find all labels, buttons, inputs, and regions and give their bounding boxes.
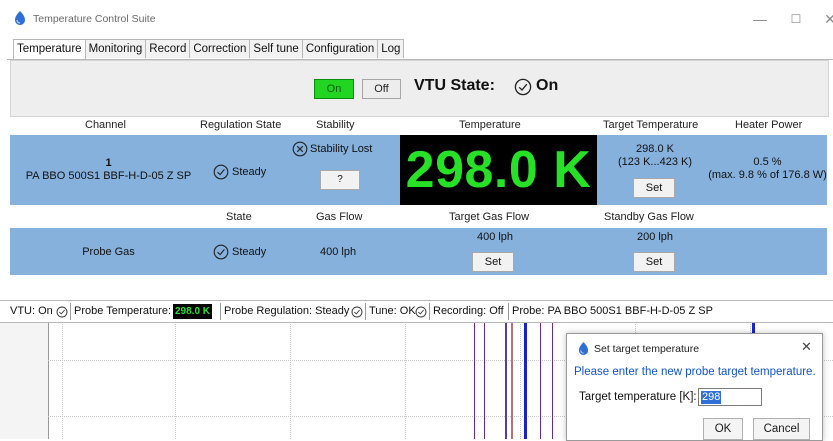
status-tune: Tune: OK: [369, 305, 416, 317]
standby-gas-flow-value: 200 lph: [636, 231, 674, 243]
chart-trace: [540, 322, 541, 439]
probe-gas-row[interactable]: Probe Gas Steady 400 lph 400 lph Set 200…: [10, 228, 827, 275]
stability-value: Stability Lost: [310, 143, 373, 155]
channel-number: 1: [105, 157, 112, 169]
target-temperature-value: 298.0 K: [636, 143, 674, 155]
stability-help-button[interactable]: ?: [320, 170, 360, 190]
target-temperature-input-value[interactable]: 298: [701, 391, 722, 404]
status-recording: Recording: Off: [433, 305, 504, 317]
col-header-temperature: Temperature: [459, 119, 521, 131]
status-separator: [508, 303, 509, 320]
minimize-button[interactable]: —: [748, 10, 772, 28]
dialog-close-button[interactable]: ✕: [801, 339, 812, 355]
chart-trace: [511, 322, 513, 439]
set-target-gas-flow-button[interactable]: Set: [472, 252, 514, 272]
chart-trace: [552, 322, 553, 439]
tab-monitoring[interactable]: Monitoring: [84, 39, 147, 58]
maximize-button[interactable]: ☐: [784, 10, 808, 28]
status-bar: VTU: On Probe Temperature: 298.0 K Probe…: [0, 300, 833, 323]
thermometer-app-icon: [578, 342, 589, 355]
col-header-standby-gas-flow: Standby Gas Flow: [604, 211, 694, 223]
dialog-title: Set target temperature: [594, 343, 700, 355]
check-circle-icon: [514, 78, 532, 96]
chart-trace: [505, 322, 507, 439]
x-circle-icon: [292, 141, 308, 157]
tab-strip: Temperature Monitoring Record Correction…: [13, 39, 405, 60]
status-probe-temperature-value: 298.0 K: [173, 304, 213, 319]
tab-record[interactable]: Record: [145, 39, 191, 58]
gas-state-value: Steady: [232, 246, 267, 258]
vtu-state-label: VTU State:: [414, 77, 495, 94]
regulation-state-value: Steady: [232, 166, 267, 178]
chart-trace: [474, 322, 475, 439]
status-probe: Probe: PA BBO 500S1 BBF-H-D-05 Z SP: [512, 305, 713, 317]
channel-name: PA BBO 500S1 BBF-H-D-05 Z SP: [25, 170, 192, 182]
vtu-state-header: On Off VTU State: On: [10, 60, 829, 117]
window-title: Temperature Control Suite: [33, 13, 156, 25]
chart-trace: [524, 322, 527, 439]
col-header-gas-flow: Gas Flow: [316, 211, 363, 223]
vtu-off-button[interactable]: Off: [362, 79, 401, 99]
col-header-stability: Stability: [316, 119, 355, 131]
tab-configuration[interactable]: Configuration: [301, 39, 379, 58]
dialog-message: Please enter the new probe target temper…: [574, 366, 816, 378]
chart-gridline: [175, 322, 176, 439]
set-standby-gas-flow-button[interactable]: Set: [633, 252, 675, 272]
set-target-temperature-button[interactable]: Set: [633, 178, 675, 198]
gas-flow-value: 400 lph: [320, 246, 357, 258]
status-probe-temperature-label: Probe Temperature:: [74, 305, 172, 317]
target-temperature-field-label: Target temperature [K]:: [579, 391, 697, 403]
thermometer-app-icon: [15, 11, 25, 25]
col-header-target-gas-flow: Target Gas Flow: [449, 211, 530, 223]
temperature-display: 298.0 K: [400, 135, 597, 205]
main-window: Temperature Control Suite — ☐ ✕ Temperat…: [0, 0, 833, 323]
set-target-temperature-dialog: Set target temperature ✕ Please enter th…: [566, 333, 823, 441]
vtu-state-value: On: [536, 77, 559, 94]
channel-row[interactable]: 1 PA BBO 500S1 BBF-H-D-05 Z SP Steady St…: [10, 135, 827, 205]
tab-self-tune[interactable]: Self tune: [249, 39, 303, 58]
chart-gridline: [520, 322, 521, 439]
target-temperature-range: (123 K...423 K): [618, 156, 692, 168]
tab-temperature[interactable]: Temperature: [13, 39, 86, 60]
check-circle-icon: [351, 306, 363, 318]
heater-power-max: (max. 9.8 % of 176.8 W): [708, 169, 827, 181]
chart-trace: [484, 322, 485, 439]
ok-button[interactable]: OK: [703, 418, 743, 440]
status-separator: [365, 303, 366, 320]
check-circle-icon: [213, 164, 229, 180]
close-window-button[interactable]: ✕: [818, 10, 833, 28]
tab-correction[interactable]: Correction: [189, 39, 251, 58]
gas-name: Probe Gas: [82, 246, 135, 258]
check-circle-icon: [213, 244, 229, 260]
status-vtu: VTU: On: [10, 305, 53, 317]
vtu-on-button[interactable]: On: [314, 79, 354, 99]
cancel-button[interactable]: Cancel: [753, 418, 810, 440]
temperature-tab-panel: On Off VTU State: On Channel Regulation …: [7, 59, 833, 298]
status-probe-regulation: Probe Regulation: Steady: [224, 305, 350, 317]
col-header-heater-power: Heater Power: [735, 119, 803, 131]
col-header-channel: Channel: [85, 119, 126, 131]
chart-gridline: [290, 322, 291, 439]
check-circle-icon: [415, 306, 427, 318]
col-header-state: State: [226, 211, 252, 223]
chart-gridline: [62, 322, 63, 439]
tab-log[interactable]: Log: [377, 39, 405, 58]
title-bar[interactable]: Temperature Control Suite — ☐ ✕: [0, 0, 833, 38]
status-separator: [220, 303, 221, 320]
status-separator: [429, 303, 430, 320]
target-gas-flow-value: 400 lph: [476, 231, 514, 243]
heater-power-value: 0.5 %: [753, 156, 782, 168]
chart-gridline: [405, 322, 406, 439]
status-separator: [70, 303, 71, 320]
col-header-target-temperature: Target Temperature: [603, 119, 699, 131]
col-header-regulation-state: Regulation State: [200, 119, 282, 131]
check-circle-icon: [56, 306, 68, 318]
